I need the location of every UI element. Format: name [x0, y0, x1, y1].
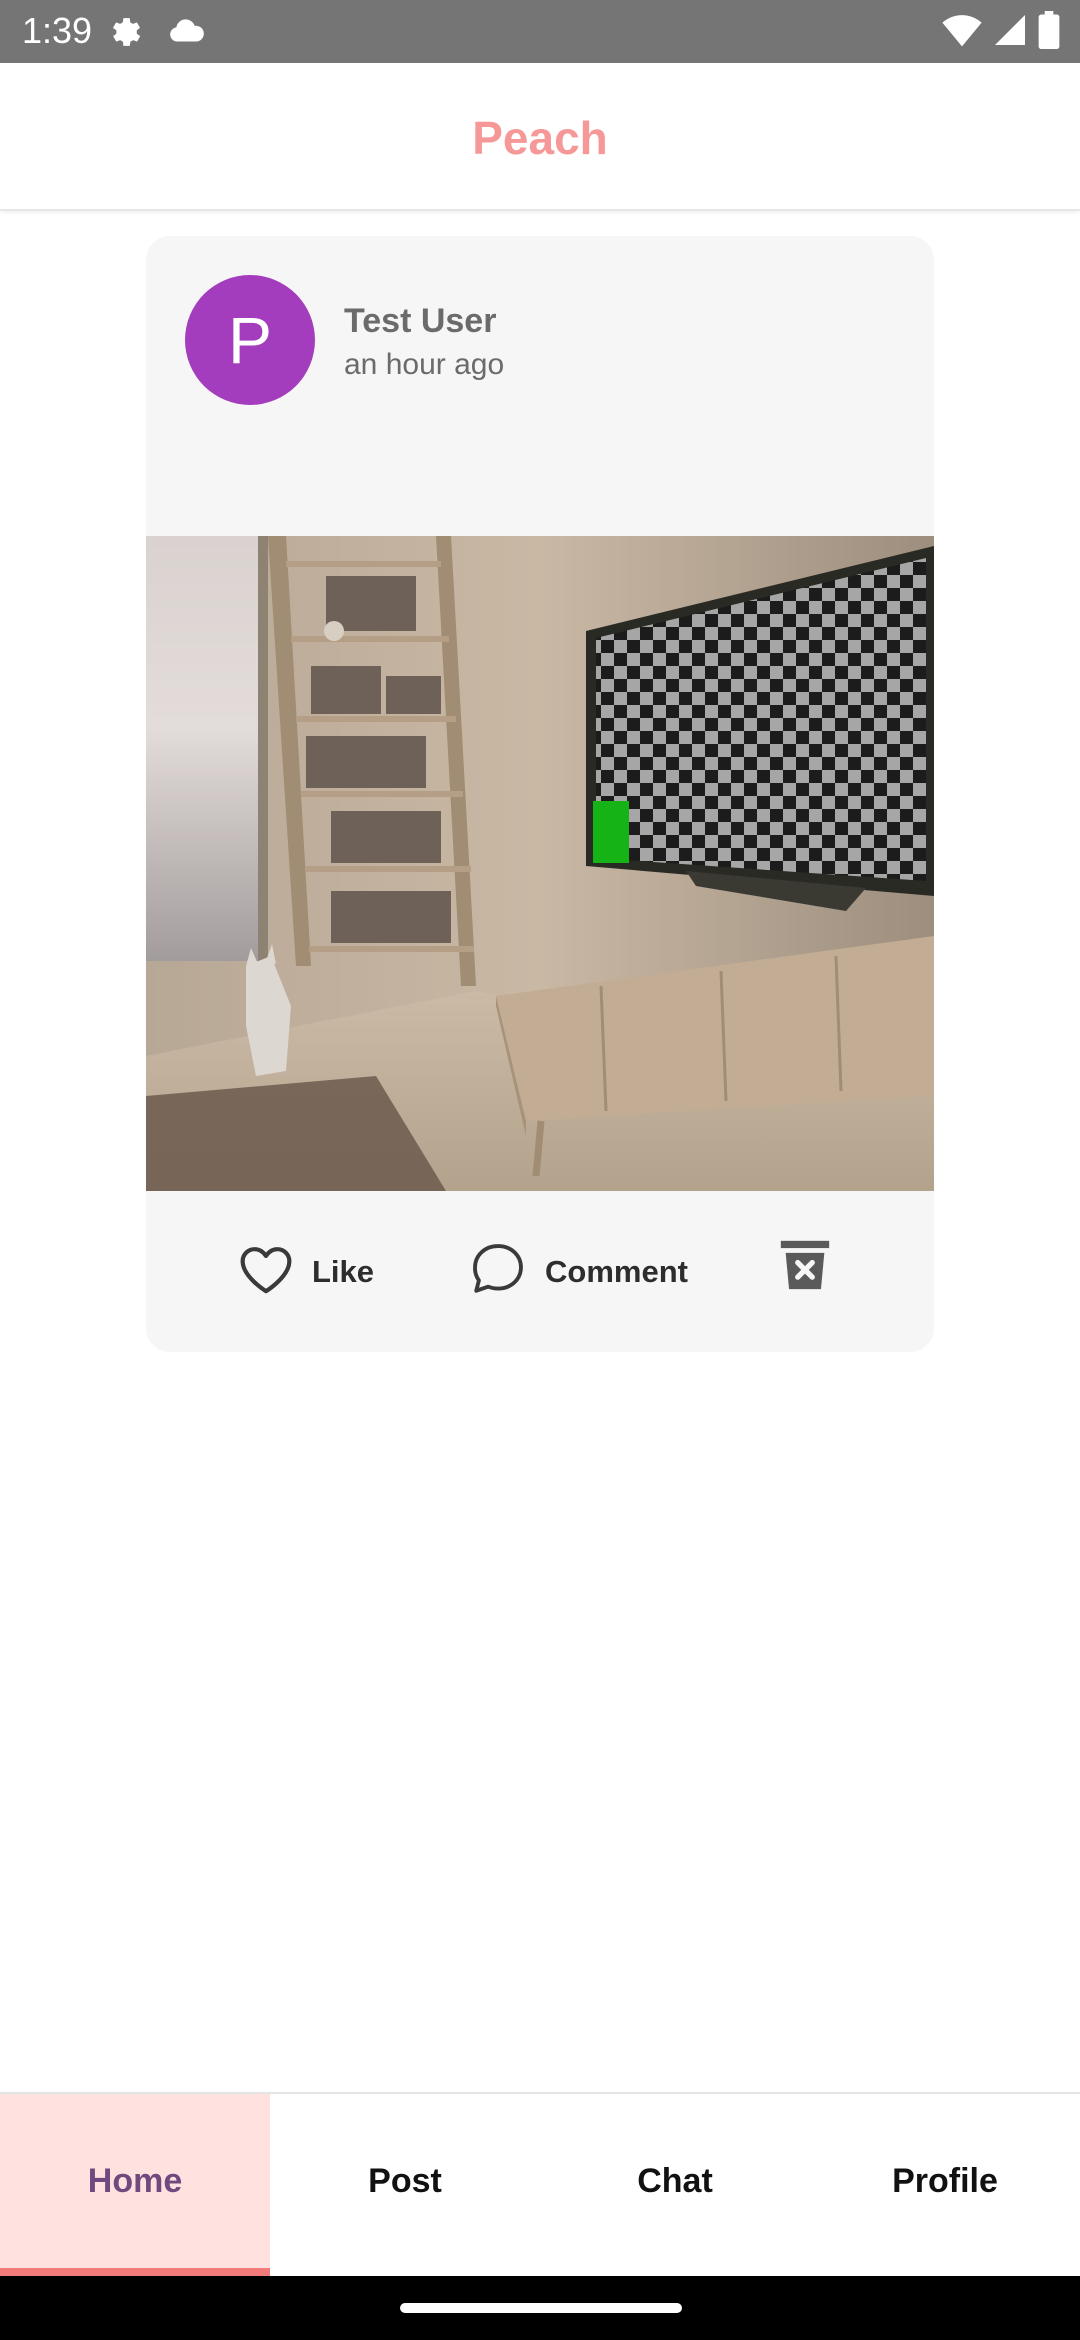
comment-label: Comment: [545, 1253, 688, 1289]
status-time: 1:39: [22, 10, 93, 51]
comment-button[interactable]: Comment: [469, 1191, 688, 1352]
avatar-initial: P: [227, 303, 273, 377]
settings-icon: [106, 13, 144, 56]
system-navigation-bar: [0, 2276, 1080, 2340]
nav-chat-label: Chat: [637, 2161, 713, 2200]
nav-home-tab[interactable]: Home: [0, 2094, 270, 2276]
status-bar: 1:39: [0, 0, 1080, 63]
heart-icon: [238, 1243, 294, 1300]
post-actions: Like Comment: [146, 1191, 934, 1352]
avatar[interactable]: P: [185, 275, 315, 405]
nav-post-label: Post: [368, 2161, 442, 2200]
app-bar: Peach: [0, 63, 1080, 211]
post-timestamp: an hour ago: [344, 348, 505, 381]
author-name[interactable]: Test User: [344, 302, 496, 341]
like-button[interactable]: Like: [238, 1191, 374, 1352]
home-gesture-handle[interactable]: [400, 2303, 682, 2313]
nav-profile-label: Profile: [892, 2161, 998, 2200]
nav-home-label: Home: [87, 2161, 183, 2200]
bottom-nav: Home Post Chat Profile: [0, 2092, 1080, 2276]
post-image[interactable]: [146, 536, 934, 1191]
wifi-icon: [942, 12, 982, 53]
nav-post-tab[interactable]: Post: [270, 2094, 540, 2276]
post-card: P Test User an hour ago Like Comment: [146, 236, 934, 1352]
cloud-icon: [166, 13, 206, 56]
nav-chat-tab[interactable]: Chat: [540, 2094, 810, 2276]
delete-button[interactable]: [776, 1236, 834, 1299]
nav-profile-tab[interactable]: Profile: [810, 2094, 1080, 2276]
comment-icon: [469, 1240, 527, 1303]
like-label: Like: [312, 1253, 375, 1289]
battery-icon: [1038, 10, 1060, 54]
signal-icon: [992, 12, 1028, 53]
delete-icon: [776, 1236, 834, 1299]
app-title: Peach: [472, 112, 608, 164]
